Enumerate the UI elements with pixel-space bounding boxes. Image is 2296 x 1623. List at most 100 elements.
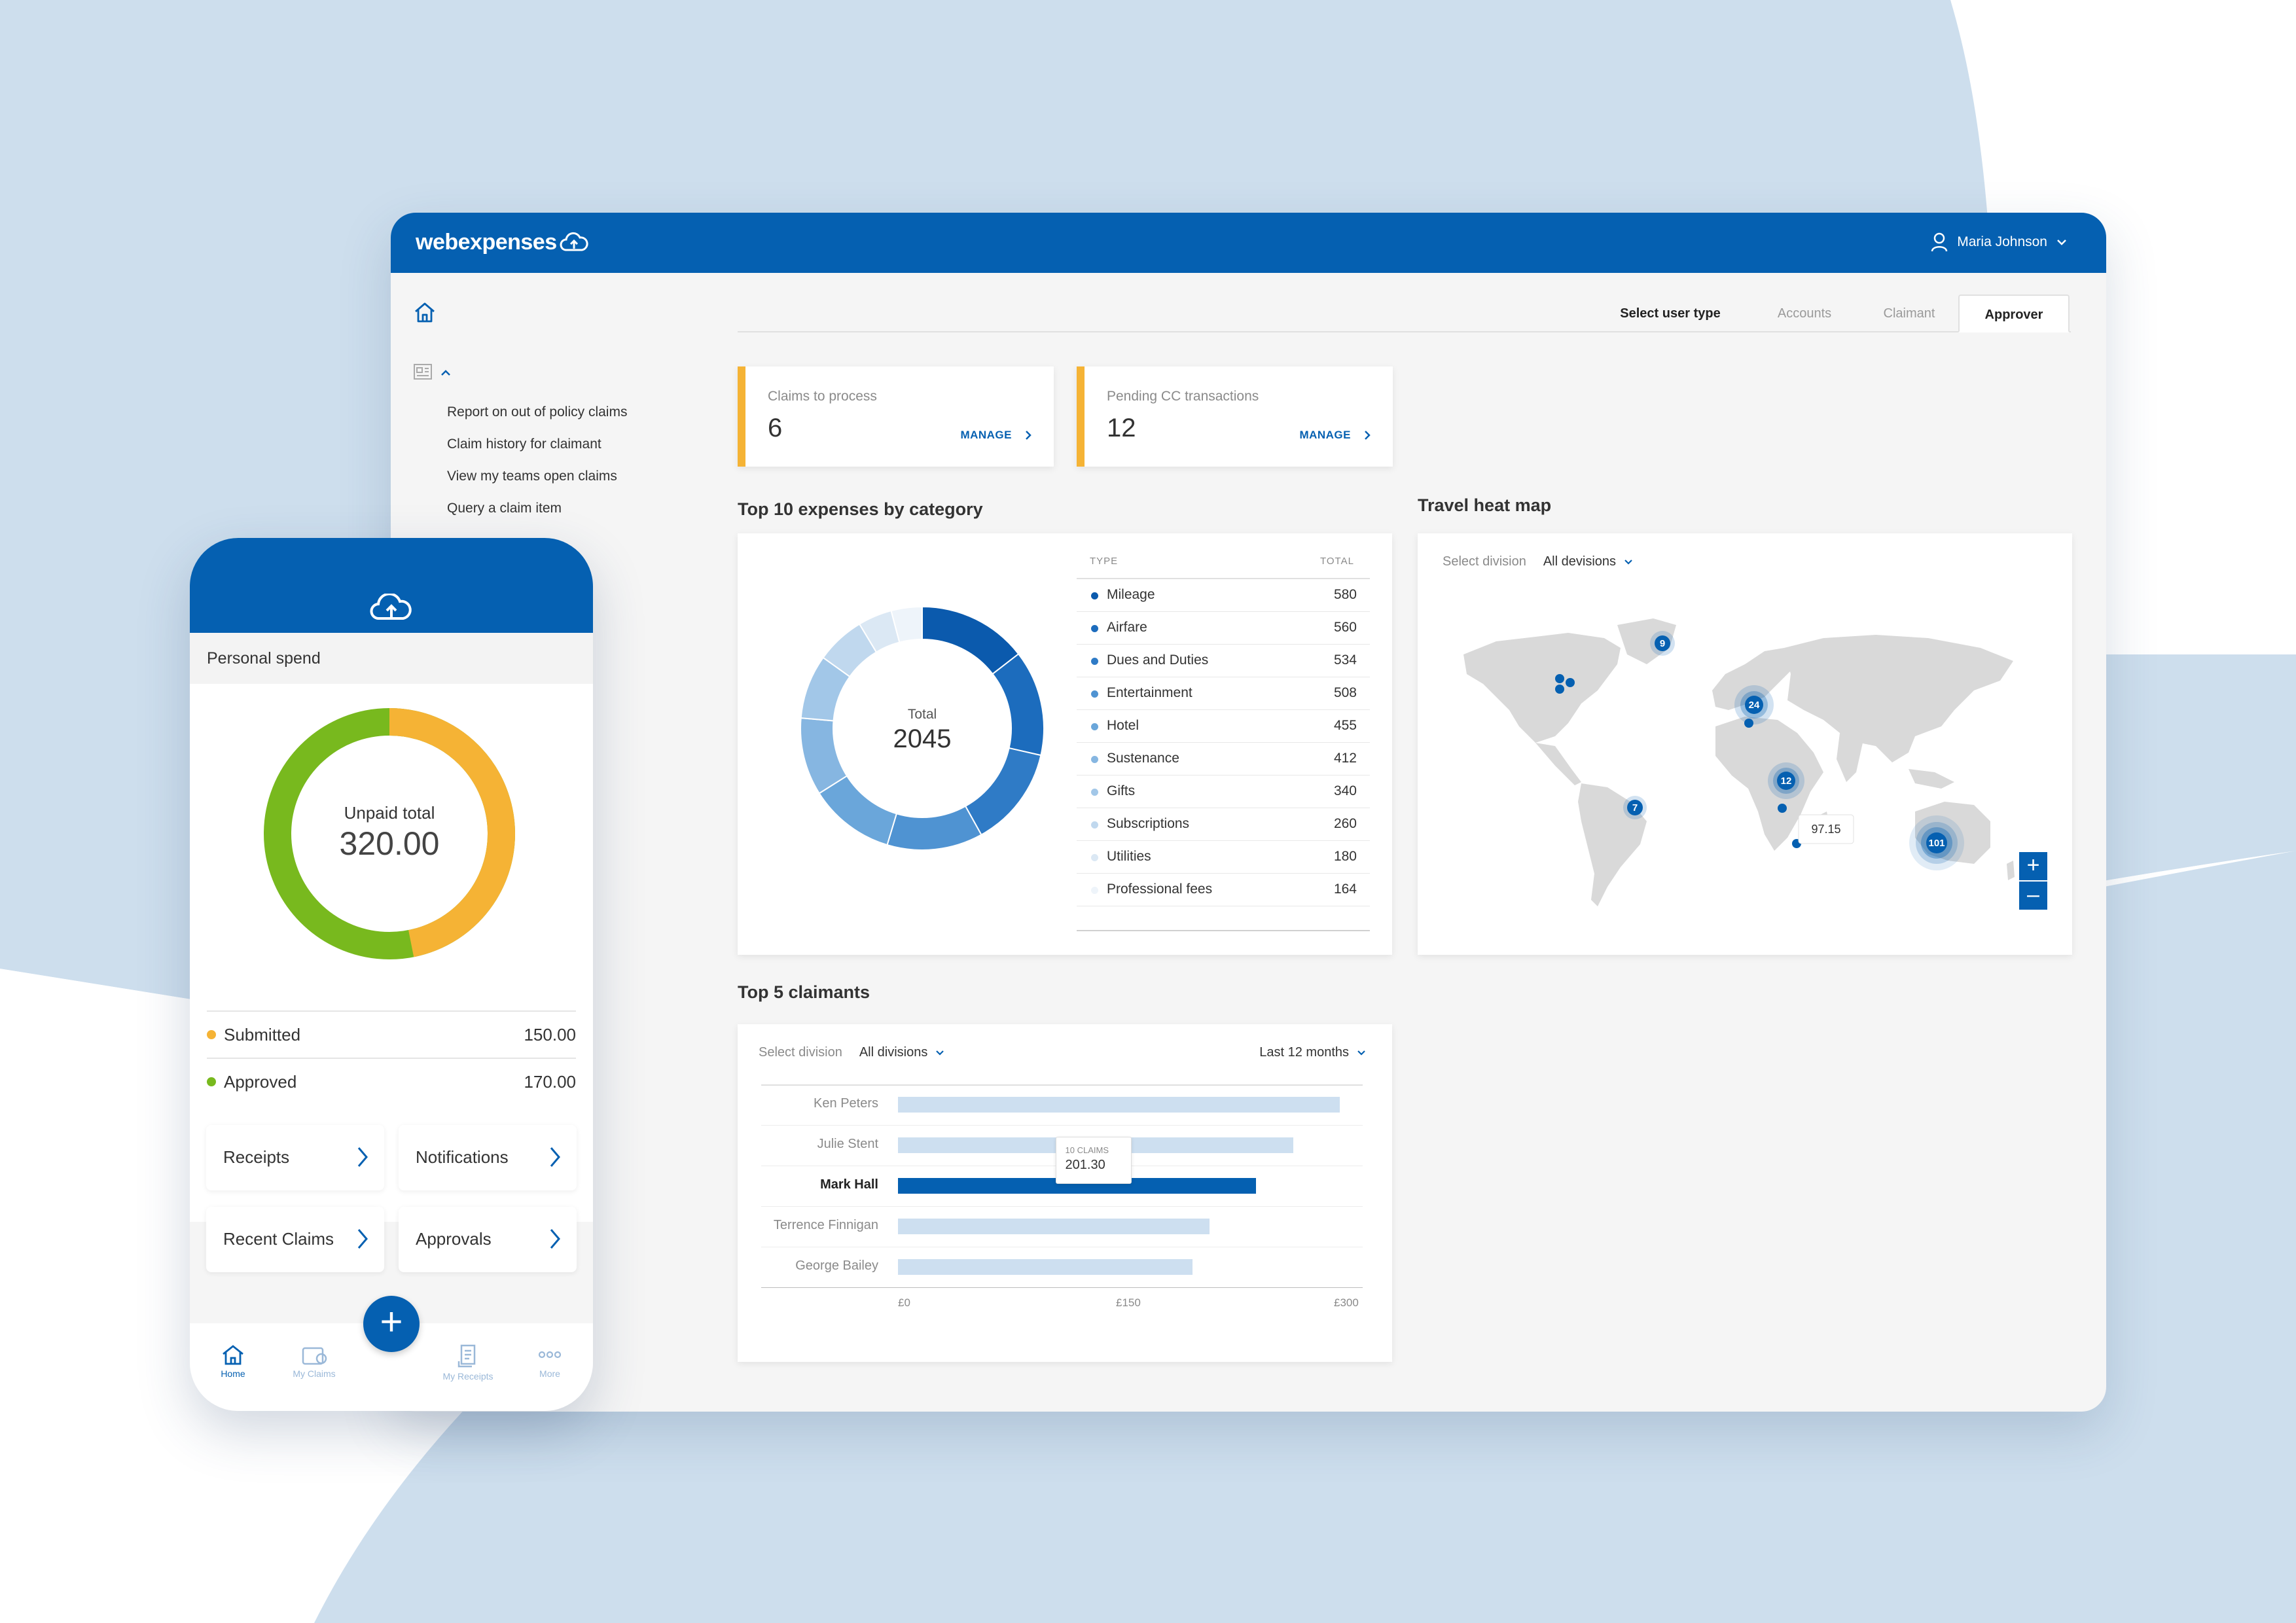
legend-dot	[1091, 887, 1098, 894]
row-amount: 170.00	[524, 1072, 576, 1092]
approved-row: Approved 170.00	[207, 1058, 576, 1105]
legend-label: Utilities	[1107, 849, 1151, 864]
bar-label: Mark Hall	[820, 1177, 878, 1192]
legend-label: Sustenance	[1107, 751, 1179, 766]
manage-label: MANAGE	[960, 429, 1012, 441]
division-dropdown[interactable]: All devisions	[1543, 554, 1633, 569]
legend-row[interactable]: Sustenance 412	[1077, 743, 1370, 776]
row-divider	[761, 1206, 1363, 1207]
legend-dot	[1091, 690, 1098, 698]
cluster-count: 12	[1781, 776, 1792, 787]
world-map[interactable]: 9 24 12 7 101 97.15	[1457, 612, 2020, 913]
tile-label: Approvals	[416, 1229, 492, 1249]
donut-slice-entertainment[interactable]	[886, 805, 982, 851]
user-menu[interactable]: Maria Johnson	[1931, 232, 2067, 252]
recent-claims-tile[interactable]: Recent Claims	[206, 1207, 384, 1272]
legend-row[interactable]: Gifts 340	[1077, 776, 1370, 808]
legend-dot	[1091, 592, 1098, 599]
stat-value: 6	[768, 414, 783, 442]
zoom-out-button[interactable]: –	[2019, 882, 2047, 910]
nav-more[interactable]: More	[511, 1343, 589, 1379]
legend-value: 560	[1333, 620, 1357, 635]
legend-row[interactable]: Entertainment 508	[1077, 677, 1370, 710]
sidebar-item-claim-history[interactable]: Claim history for claimant	[447, 428, 627, 460]
tab-accounts[interactable]: Accounts	[1755, 294, 1854, 332]
legend-value: 455	[1333, 718, 1357, 733]
legend-row[interactable]: Mileage 580	[1077, 579, 1370, 612]
division-value: All devisions	[1543, 554, 1617, 569]
legend-row[interactable]: Utilities 180	[1077, 841, 1370, 874]
legend-value: 260	[1333, 816, 1357, 831]
nav-my-receipts[interactable]: My Receipts	[429, 1343, 507, 1382]
wallet-icon	[302, 1347, 327, 1365]
nav-label: Home	[221, 1368, 245, 1379]
map-tooltip-value: 97.15	[1811, 823, 1840, 836]
claimants-card: Select division All divisions Last 12 mo…	[738, 1024, 1392, 1362]
chevron-right-icon	[1026, 431, 1031, 440]
select-division-label: Select division	[1443, 554, 1526, 569]
x-tick-label: £0	[898, 1296, 910, 1309]
more-icon	[538, 1351, 562, 1359]
notifications-tile[interactable]: Notifications	[399, 1125, 577, 1190]
submitted-row: Submitted 150.00	[207, 1010, 576, 1058]
cluster-count: 101	[1928, 838, 1945, 849]
cluster-count: 7	[1632, 802, 1638, 813]
nav-label: More	[539, 1368, 560, 1379]
approvals-tile[interactable]: Approvals	[399, 1207, 577, 1272]
cloud-upload-icon	[370, 594, 412, 620]
bar-george-bailey[interactable]	[898, 1259, 1193, 1275]
bar-label: Terrence Finnigan	[773, 1218, 878, 1232]
chevron-right-icon	[1365, 431, 1371, 440]
user-icon	[1931, 232, 1948, 252]
expenses-title: Top 10 expenses by category	[738, 499, 983, 519]
bar-ken-peters[interactable]	[898, 1097, 1340, 1113]
manage-transactions-link[interactable]: MANAGE	[1299, 429, 1371, 442]
sidebar-item-team-claims[interactable]: View my teams open claims	[447, 460, 627, 492]
bar-label: Ken Peters	[814, 1096, 878, 1111]
sidebar-item-query-claim[interactable]: Query a claim item	[447, 492, 627, 524]
tab-approver[interactable]: Approver	[1958, 294, 2070, 332]
claimants-title: Top 5 claimants	[738, 982, 870, 1002]
bar-terrence-finnigan[interactable]	[898, 1219, 1210, 1234]
legend-dot	[1091, 854, 1098, 861]
personal-spend-label: Personal spend	[190, 633, 593, 684]
user-name: Maria Johnson	[1957, 234, 2047, 249]
receipt-icon	[457, 1344, 476, 1368]
tile-label: Recent Claims	[223, 1229, 334, 1249]
legend-row[interactable]: Hotel 455	[1077, 710, 1370, 743]
chevron-up-icon	[441, 370, 450, 376]
home-icon[interactable]	[413, 301, 437, 323]
app-logo[interactable]: webexpenses	[416, 230, 588, 255]
sidebar-item-out-of-policy[interactable]: Report on out of policy claims	[447, 396, 627, 428]
nav-my-claims[interactable]: My Claims	[275, 1343, 353, 1379]
chevron-right-icon	[550, 1147, 560, 1167]
bar-label: George Bailey	[795, 1258, 878, 1273]
cloud-logo-icon	[560, 232, 588, 251]
receipts-tile[interactable]: Receipts	[206, 1125, 384, 1190]
stat-value: 12	[1107, 414, 1136, 442]
legend-value: 180	[1333, 849, 1357, 864]
claimants-bar-chart: Ken Peters Julie Stent Mark Hall Terrence F…	[738, 1024, 1392, 1362]
status-dot	[207, 1077, 216, 1086]
user-type-tabs: Select user type Accounts Claimant Appro…	[738, 294, 2071, 332]
expenses-legend: Mileage 580 Airfare 560 Dues and Duties 534 En…	[1077, 578, 1370, 931]
nav-label: My Claims	[293, 1368, 336, 1379]
legend-value: 412	[1333, 751, 1357, 766]
legend-row[interactable]: Professional fees 164	[1077, 874, 1370, 906]
legend-row[interactable]: Subscriptions 260	[1077, 808, 1370, 841]
donut-slice-mileage[interactable]	[922, 605, 1020, 675]
zoom-in-button[interactable]: +	[2019, 852, 2047, 880]
donut-slice-dues-and-duties[interactable]	[964, 747, 1042, 836]
desktop-window: webexpenses Maria Johnson Report on out …	[391, 213, 2106, 1412]
legend-row[interactable]: Airfare 560	[1077, 612, 1370, 645]
tooltip-label: 10 CLAIMS	[1065, 1145, 1109, 1155]
tile-label: Receipts	[223, 1147, 290, 1167]
legend-row[interactable]: Dues and Duties 534	[1077, 645, 1370, 677]
tab-claimant[interactable]: Claimant	[1860, 294, 1958, 332]
nav-home[interactable]: Home	[194, 1343, 272, 1379]
chevron-right-icon	[357, 1147, 368, 1167]
add-claim-button[interactable]: +	[363, 1296, 420, 1352]
manage-claims-link[interactable]: MANAGE	[960, 429, 1031, 442]
reports-menu-toggle[interactable]	[413, 363, 451, 383]
legend-label: Dues and Duties	[1107, 652, 1209, 668]
